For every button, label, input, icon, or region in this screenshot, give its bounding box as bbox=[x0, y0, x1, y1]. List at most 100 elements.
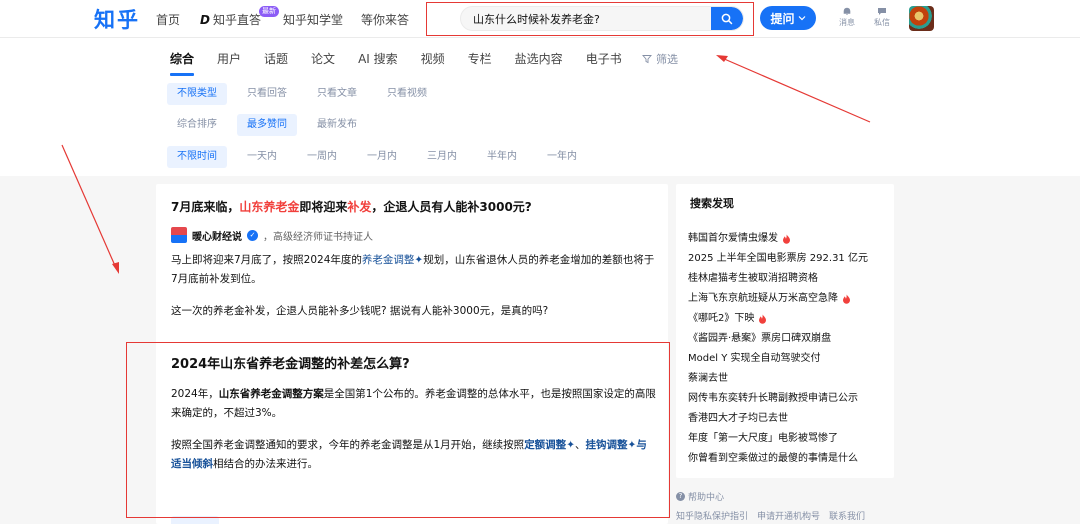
hot-search-label: 《酱园弄·悬案》票房口碑双崩盘 bbox=[688, 333, 832, 344]
post-paragraph: 马上即将迎来7月底了，按照2024年度的养老金调整✦规划，山东省退休人员的养老金… bbox=[171, 251, 656, 289]
text: 相结合的办法来进行。 bbox=[213, 458, 318, 470]
hot-search-item[interactable]: 蔡澜去世 bbox=[688, 369, 868, 389]
search-result-card: 7月底来临，山东养老金即将迎来补发，企退人员有人能补3000元? 暖心财经说 ✓… bbox=[156, 184, 668, 524]
sidebar-footer: ? 帮助中心 知乎隐私保护指引 申请开通机构号 联系我们 bbox=[676, 490, 865, 522]
hot-search-label: 你曾看到空乘做过的最傻的事情是什么 bbox=[688, 453, 858, 464]
author-description: ，高级经济师证书持证人 bbox=[263, 231, 373, 243]
question-icon: ? bbox=[676, 492, 685, 501]
messages-button[interactable]: 消息 bbox=[835, 6, 859, 28]
bold-text: 山东省养老金调整方案 bbox=[218, 388, 324, 400]
tab-yanxuan[interactable]: 盐选内容 bbox=[515, 50, 563, 67]
hot-search-item[interactable]: Model Y 实现全自动驾驶交付 bbox=[688, 349, 868, 369]
chip-time-month[interactable]: 一月内 bbox=[357, 146, 407, 168]
hot-search-label: 桂林虐猫考生被取消招聘资格 bbox=[688, 273, 818, 284]
chip-type-videos[interactable]: 只看视频 bbox=[377, 83, 437, 105]
chip-sort-most-upvoted[interactable]: 最多赞同 bbox=[237, 114, 297, 136]
hot-search-item[interactable]: 桂林虐猫考生被取消招聘资格 bbox=[688, 269, 868, 289]
search-discovery-card: 搜索发现 韩国首尔爱情虫爆发 2025 上半年全国电影票房 292.31 亿元桂林… bbox=[676, 184, 894, 478]
keyword-link-label: 养老金调整 bbox=[361, 254, 415, 266]
tab-videos[interactable]: 视频 bbox=[421, 50, 445, 67]
fire-icon bbox=[759, 314, 767, 324]
hot-search-label: 年度「第一大尺度」电影被骂惨了 bbox=[688, 433, 838, 444]
tab-users[interactable]: 用户 bbox=[217, 50, 241, 67]
action-row bbox=[171, 516, 219, 524]
tab-all[interactable]: 综合 bbox=[170, 50, 195, 76]
chip-type-answers[interactable]: 只看回答 bbox=[237, 83, 297, 105]
hot-search-item[interactable]: 年度「第一大尺度」电影被骂惨了 bbox=[688, 429, 868, 449]
hot-search-item[interactable]: 《哪吒2》下映 bbox=[688, 309, 868, 329]
hot-search-item[interactable]: 《酱园弄·悬案》票房口碑双崩盘 bbox=[688, 329, 868, 349]
chip-time-week[interactable]: 一周内 bbox=[297, 146, 347, 168]
upvote-button[interactable] bbox=[171, 516, 219, 524]
section-paragraph: 2024年，山东省养老金调整方案是全国第1个公布的。养老金调整的总体水平，也是按… bbox=[171, 385, 656, 423]
hot-search-label: 《哪吒2》下映 bbox=[688, 313, 755, 324]
author-name[interactable]: 暖心财经说 bbox=[192, 228, 242, 243]
nav-zhixuetang[interactable]: 知乎知学堂 bbox=[283, 11, 343, 28]
help-center-label: 帮助中心 bbox=[688, 493, 725, 503]
hot-search-item[interactable]: 香港四大才子均已去世 bbox=[688, 409, 868, 429]
section-title: 2024年山东省养老金调整的补差怎么算? bbox=[171, 357, 410, 372]
search-button[interactable] bbox=[711, 7, 743, 30]
org-account-link[interactable]: 申请开通机构号 bbox=[757, 509, 820, 522]
privacy-link[interactable]: 知乎隐私保护指引 bbox=[676, 509, 748, 522]
search-input[interactable] bbox=[473, 7, 711, 30]
hot-search-item[interactable]: 韩国首尔爱情虫爆发 bbox=[688, 229, 868, 249]
hot-search-item[interactable]: 你曾看到空乘做过的最傻的事情是什么 bbox=[688, 449, 868, 469]
dm-button[interactable]: 私信 bbox=[870, 6, 894, 28]
fire-icon bbox=[783, 234, 790, 244]
keyword-link-label: 定额调整 bbox=[524, 439, 567, 451]
post-paragraph: 这一次的养老金补发，企退人员能补多少钱呢? 据说有人能补3000元，是真的吗? bbox=[171, 305, 549, 317]
nav-zhida[interactable]: D 知乎直答 bbox=[200, 11, 261, 28]
tab-ebooks[interactable]: 电子书 bbox=[586, 50, 622, 67]
post-title[interactable]: 7月底来临，山东养老金即将迎来补发，企退人员有人能补3000元? bbox=[171, 198, 532, 215]
chip-time-3months[interactable]: 三月内 bbox=[417, 146, 467, 168]
chip-time-year[interactable]: 一年内 bbox=[537, 146, 587, 168]
new-badge: 最新 bbox=[259, 6, 279, 17]
keyword-link[interactable]: 定额调整✦ bbox=[524, 439, 575, 451]
nav-home[interactable]: 首页 bbox=[156, 11, 180, 28]
chip-sort-default[interactable]: 综合排序 bbox=[167, 114, 227, 136]
tab-columns[interactable]: 专栏 bbox=[468, 50, 492, 67]
hot-search-item[interactable]: 上海飞东京航班疑从万米高空急降 bbox=[688, 289, 868, 309]
keyword-link-label: 挂钩调整 bbox=[585, 439, 628, 451]
tab-ai-search[interactable]: AI 搜索 bbox=[358, 50, 398, 67]
nav-waiting-answers[interactable]: 等你来答 bbox=[361, 11, 409, 28]
user-avatar[interactable] bbox=[909, 6, 934, 31]
tab-topics[interactable]: 话题 bbox=[264, 50, 288, 67]
hot-search-label: 上海飞东京航班疑从万米高空急降 bbox=[688, 293, 838, 304]
keyword-link[interactable]: 养老金调整✦ bbox=[362, 254, 423, 266]
zhihu-logo[interactable]: 知乎 bbox=[94, 4, 140, 34]
author-avatar[interactable] bbox=[171, 227, 187, 243]
sparkle-icon: ✦ bbox=[627, 439, 637, 451]
filter-label: 筛选 bbox=[656, 53, 678, 66]
author-row: 暖心财经说 ✓ ，高级经济师证书持证人 bbox=[171, 227, 373, 243]
sidebar-title: 搜索发现 bbox=[690, 197, 734, 210]
filter-button[interactable]: 筛选 bbox=[642, 51, 678, 67]
chip-sort-newest[interactable]: 最新发布 bbox=[307, 114, 367, 136]
title-part: 即将迎来 bbox=[299, 200, 348, 214]
tab-papers[interactable]: 论文 bbox=[311, 50, 335, 67]
chevron-down-icon bbox=[798, 16, 805, 21]
contact-link[interactable]: 联系我们 bbox=[829, 509, 865, 522]
title-part: ，企退人员有人能补3000元? bbox=[371, 200, 532, 214]
dm-label: 私信 bbox=[874, 18, 890, 27]
nav-zhida-label: 知乎直答 bbox=[212, 13, 261, 27]
ask-button[interactable]: 提问 bbox=[760, 6, 816, 30]
chip-time-day[interactable]: 一天内 bbox=[237, 146, 287, 168]
keyword-link[interactable]: 挂钩调整✦ bbox=[586, 439, 637, 451]
title-highlight: 山东养老金 bbox=[239, 200, 300, 214]
hot-search-item[interactable]: 2025 上半年全国电影票房 292.31 亿元 bbox=[688, 249, 868, 269]
search-icon bbox=[721, 13, 733, 24]
hot-search-label: 韩国首尔爱情虫爆发 bbox=[688, 233, 778, 244]
chip-time-halfyear[interactable]: 半年内 bbox=[477, 146, 527, 168]
verified-icon: ✓ bbox=[247, 229, 258, 241]
chip-type-articles[interactable]: 只看文章 bbox=[307, 83, 367, 105]
sparkle-icon: ✦ bbox=[414, 254, 424, 266]
text: 、 bbox=[575, 439, 586, 451]
hot-search-item[interactable]: 网传韦东奕转升长聘副教授申请已公示 bbox=[688, 389, 868, 409]
search-box bbox=[460, 6, 744, 31]
chip-time-all[interactable]: 不限时间 bbox=[167, 146, 227, 168]
help-center-link[interactable]: ? 帮助中心 bbox=[676, 490, 865, 503]
chip-type-all[interactable]: 不限类型 bbox=[167, 83, 227, 105]
answer-section: 2024年山东省养老金调整的补差怎么算? 2024年，山东省养老金调整方案是全国… bbox=[156, 341, 668, 524]
